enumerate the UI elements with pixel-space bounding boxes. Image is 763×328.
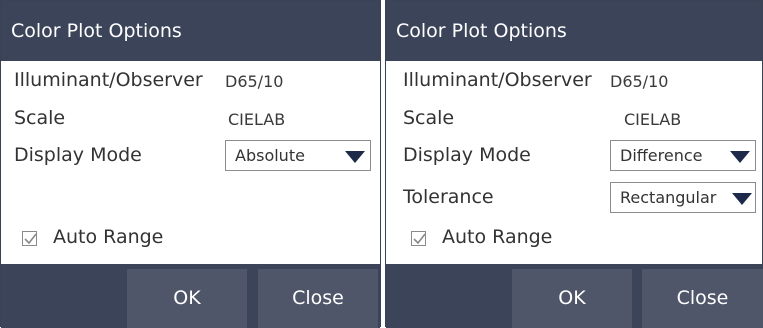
triangle-down-icon	[730, 151, 750, 163]
close-button[interactable]: Close	[258, 269, 378, 328]
tolerance-label: Tolerance	[403, 186, 494, 208]
triangle-down-icon	[345, 151, 365, 163]
ok-button[interactable]: OK	[512, 269, 632, 328]
display-mode-selected-value: Absolute	[235, 146, 305, 165]
illuminant-observer-value: D65/10	[225, 72, 284, 91]
dialog-title: Color Plot Options	[386, 1, 762, 61]
scale-label: Scale	[403, 107, 455, 129]
scale-label: Scale	[14, 107, 66, 129]
auto-range-checkbox[interactable]	[22, 231, 37, 246]
auto-range-checkbox[interactable]	[411, 231, 426, 246]
tolerance-selected-value: Rectangular	[620, 188, 717, 207]
close-button[interactable]: Close	[642, 269, 763, 328]
illuminant-observer-label: Illuminant/Observer	[14, 69, 203, 91]
dialog-title: Color Plot Options	[1, 1, 380, 61]
dialog-footer: OK Close	[386, 264, 763, 328]
checkmark-icon	[413, 233, 426, 245]
tolerance-select[interactable]: Rectangular	[610, 182, 756, 213]
display-mode-select[interactable]: Difference	[610, 140, 756, 171]
checkmark-icon	[24, 233, 37, 245]
scale-value: CIELAB	[624, 110, 682, 129]
display-mode-select[interactable]: Absolute	[225, 140, 371, 171]
ok-button[interactable]: OK	[127, 269, 247, 328]
illuminant-observer-value: D65/10	[610, 72, 669, 91]
auto-range-label[interactable]: Auto Range	[442, 226, 552, 248]
triangle-down-icon	[732, 193, 752, 205]
auto-range-label[interactable]: Auto Range	[53, 226, 163, 248]
color-plot-options-dialog-difference: Color Plot Options Illuminant/Observer D…	[385, 0, 763, 328]
color-plot-options-dialog-absolute: Color Plot Options Illuminant/Observer D…	[0, 0, 381, 328]
display-mode-label: Display Mode	[403, 144, 531, 166]
scale-value: CIELAB	[228, 110, 286, 129]
dialog-footer: OK Close	[1, 264, 380, 328]
illuminant-observer-label: Illuminant/Observer	[403, 69, 592, 91]
display-mode-selected-value: Difference	[620, 146, 703, 165]
display-mode-label: Display Mode	[14, 144, 142, 166]
